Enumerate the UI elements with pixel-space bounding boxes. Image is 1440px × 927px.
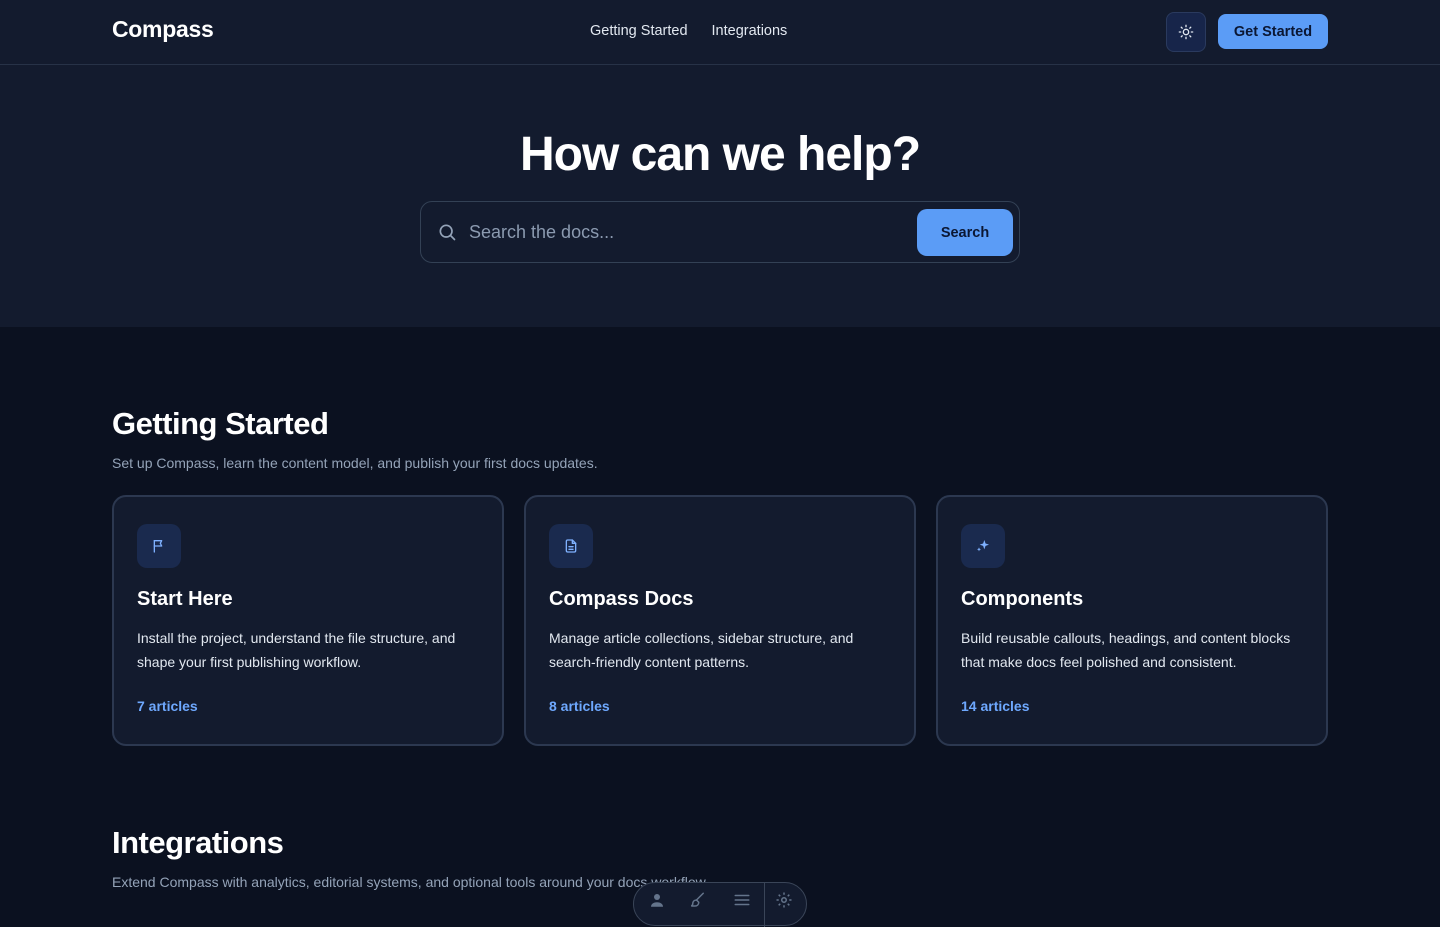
theme-toggle-button[interactable] bbox=[1166, 12, 1206, 52]
search-input[interactable] bbox=[469, 214, 909, 250]
hero-section: How can we help? Search bbox=[0, 65, 1440, 327]
floating-toolbar bbox=[633, 882, 807, 927]
section-subtitle-integrations: Extend Compass with analytics, editorial… bbox=[112, 874, 709, 890]
section-subtitle-getting-started: Set up Compass, learn the content model,… bbox=[112, 455, 598, 471]
card-compass-docs[interactable]: Compass Docs Manage article collections,… bbox=[524, 495, 916, 746]
card-article-count[interactable]: 8 articles bbox=[549, 698, 610, 714]
sparkle-icon bbox=[977, 540, 989, 552]
toolbar-divider bbox=[764, 883, 765, 927]
top-navigation-bar: Compass Getting Started Integrations Get… bbox=[0, 0, 1440, 65]
brush-icon[interactable] bbox=[689, 891, 707, 909]
card-description: Build reusable callouts, headings, and c… bbox=[961, 630, 1291, 670]
nav-link-integrations[interactable]: Integrations bbox=[712, 23, 788, 39]
menu-icon[interactable] bbox=[732, 891, 752, 909]
nav-link-getting-started[interactable]: Getting Started bbox=[590, 23, 688, 39]
card-description: Install the project, understand the file… bbox=[137, 630, 456, 670]
card-title: Start Here bbox=[137, 588, 233, 610]
settings-icon[interactable] bbox=[775, 891, 793, 909]
card-components[interactable]: Components Build reusable callouts, head… bbox=[936, 495, 1328, 746]
search-box: Search bbox=[420, 201, 1020, 263]
card-title: Compass Docs bbox=[549, 588, 694, 610]
get-started-button[interactable]: Get Started bbox=[1218, 14, 1328, 49]
card-article-count[interactable]: 14 articles bbox=[961, 698, 1030, 714]
hero-title: How can we help? bbox=[519, 128, 921, 181]
card-title: Components bbox=[961, 588, 1084, 610]
site-logo[interactable]: Compass bbox=[112, 16, 214, 43]
section-title-getting-started: Getting Started bbox=[112, 406, 329, 441]
user-icon[interactable] bbox=[648, 891, 666, 909]
sun-icon bbox=[1178, 24, 1194, 40]
section-title-integrations: Integrations bbox=[112, 825, 284, 860]
document-icon bbox=[565, 539, 577, 553]
card-start-here[interactable]: Start Here Install the project, understa… bbox=[112, 495, 504, 746]
search-button[interactable]: Search bbox=[917, 209, 1013, 256]
card-description: Manage article collections, sidebar stru… bbox=[549, 630, 854, 670]
card-icon-container bbox=[137, 524, 181, 568]
search-icon bbox=[439, 224, 456, 241]
main-nav: Getting Started Integrations bbox=[590, 23, 787, 39]
card-icon-container bbox=[549, 524, 593, 568]
flag-icon bbox=[153, 540, 163, 553]
card-article-count[interactable]: 7 articles bbox=[137, 698, 198, 714]
card-icon-container bbox=[961, 524, 1005, 568]
